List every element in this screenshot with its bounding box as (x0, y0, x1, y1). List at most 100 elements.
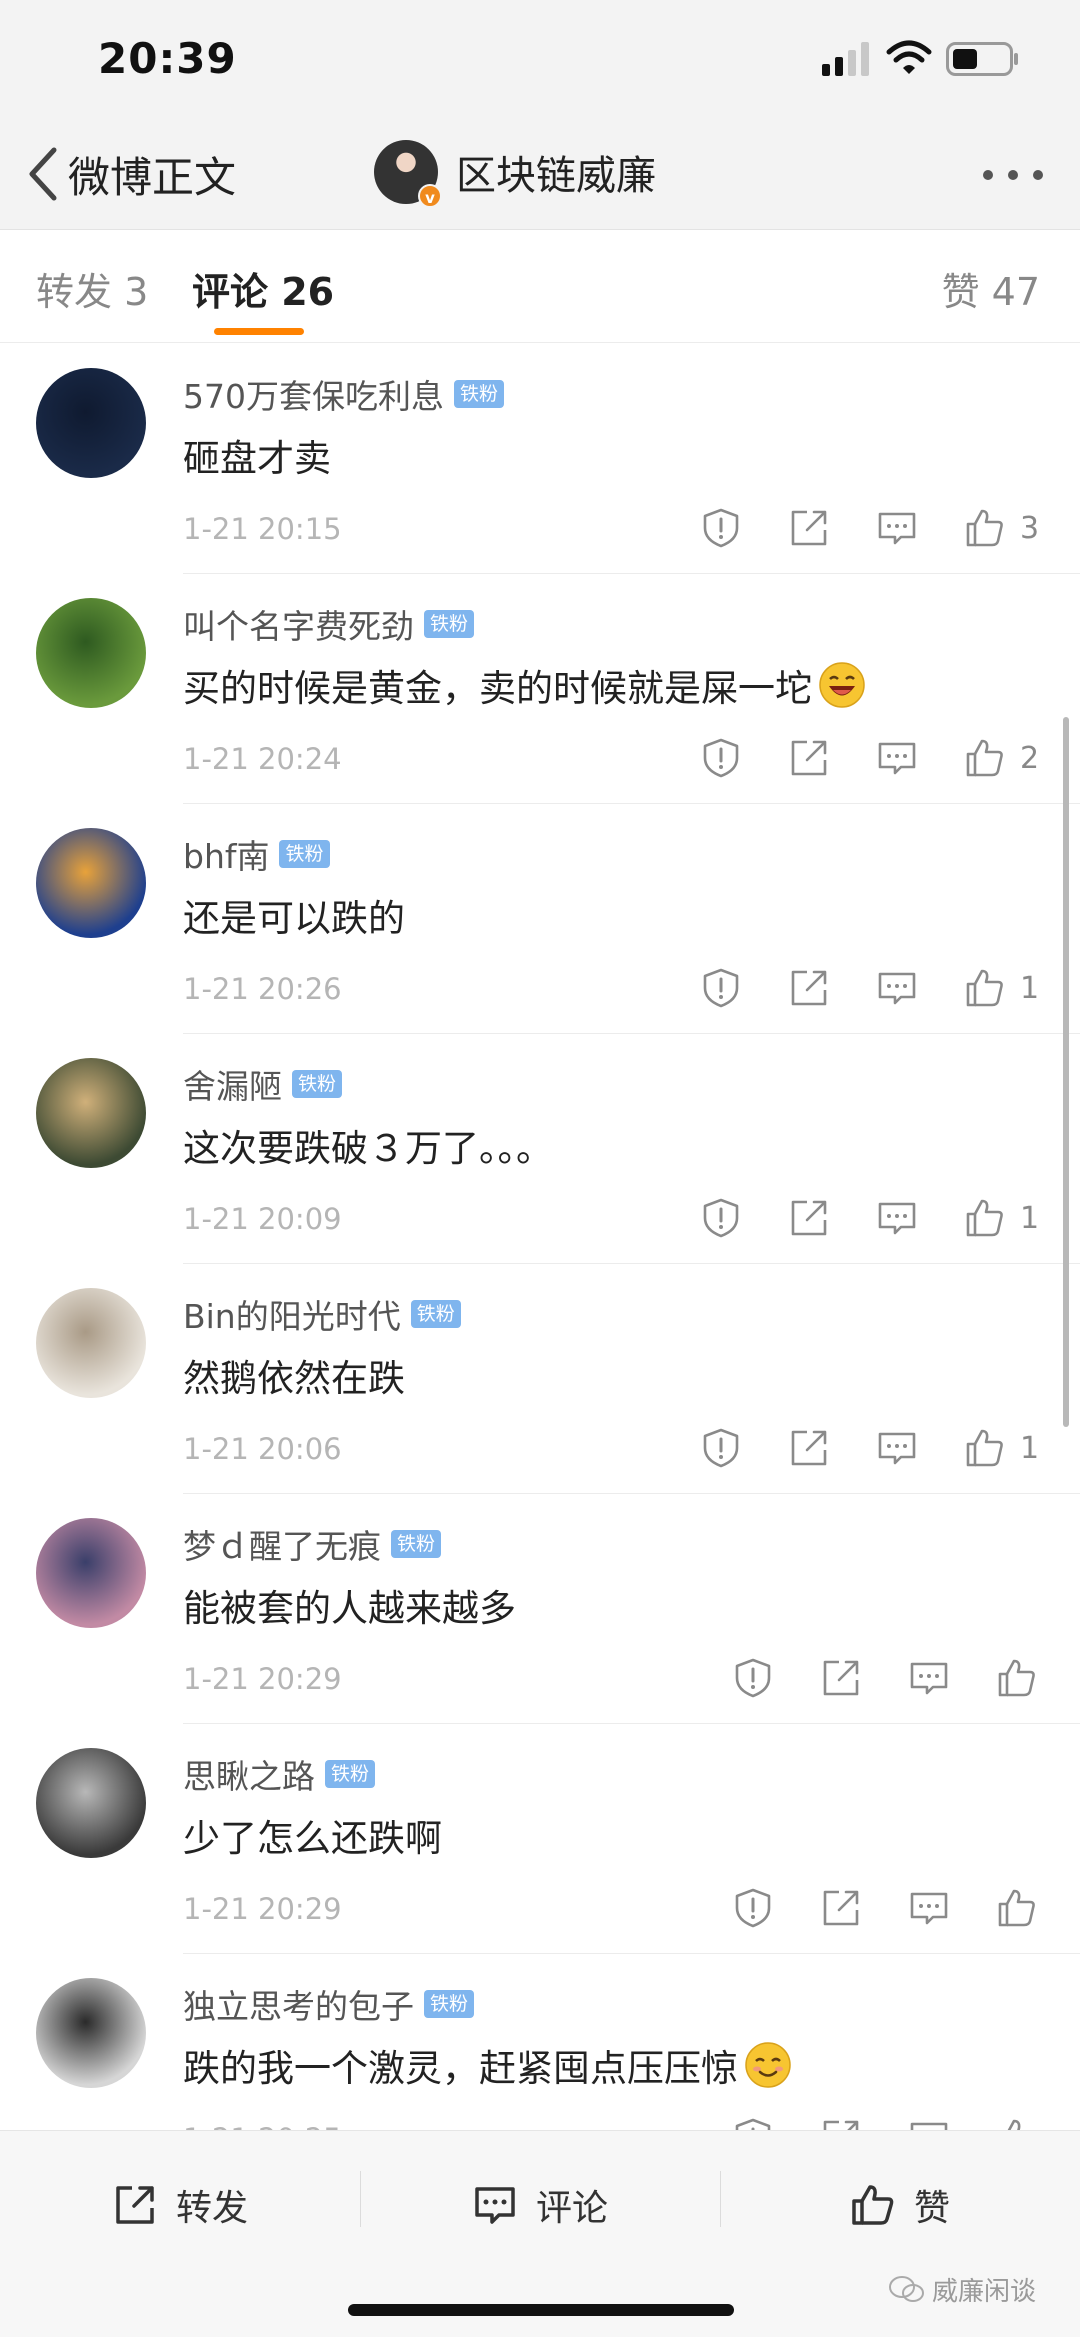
avatar[interactable] (36, 828, 146, 938)
forward-icon (116, 2186, 154, 2224)
nav-user-name: 区块链威廉 (456, 153, 656, 199)
tab-comment[interactable]: 评论 26 (192, 261, 334, 316)
share-icon[interactable] (788, 1197, 830, 1239)
more-icon[interactable] (980, 165, 1046, 185)
avatar[interactable] (36, 1288, 146, 1398)
fan-badge: 铁粉 (292, 1070, 343, 1098)
chevron-left-icon (29, 147, 57, 201)
avatar[interactable] (36, 368, 146, 478)
reply-icon[interactable] (876, 1197, 918, 1239)
share-icon[interactable] (788, 967, 830, 1009)
share-icon[interactable] (788, 507, 830, 549)
comment-username[interactable]: Bin的阳光时代 铁粉 (183, 1290, 461, 1338)
thumbs-up-icon[interactable] (996, 1887, 1038, 1929)
thumbs-up-icon[interactable] (964, 1197, 1006, 1239)
signal-icon (822, 42, 869, 76)
forward-button[interactable]: 转发 (112, 2179, 248, 2231)
nav-user[interactable]: v 区块链威廉 (374, 140, 656, 208)
comment-item[interactable]: bhf南 铁粉 还是可以跌的 1-21 20:26 1 (0, 804, 1080, 1034)
like-count: 2 (1020, 740, 1040, 776)
report-icon[interactable] (732, 2117, 774, 2130)
toolbar-divider (720, 2171, 721, 2227)
share-icon[interactable] (820, 1657, 862, 1699)
back-button[interactable]: 微博正文 (26, 144, 236, 204)
back-label: 微博正文 (68, 152, 237, 202)
comment-actions (732, 2114, 1046, 2130)
report-icon[interactable] (732, 1657, 774, 1699)
bottom-toolbar: 转发 评论 赞 威廉闲谈 (0, 2130, 1080, 2337)
comment-actions: 3 (700, 504, 1039, 552)
fan-badge: 铁粉 (424, 610, 475, 638)
avatar[interactable] (36, 1978, 146, 2088)
like-label: 赞 (914, 2188, 951, 2229)
comment-item[interactable]: 570万套保吃利息 铁粉 砸盘才卖 1-21 20:15 3 (0, 344, 1080, 574)
thumbs-up-icon[interactable] (964, 967, 1006, 1009)
tab-like[interactable]: 赞 47 (942, 261, 1040, 316)
comment-item[interactable]: 独立思考的包子铁粉跌的我一个激灵，赶紧囤点压压惊 1-21 20:25 (0, 1954, 1080, 2130)
report-icon[interactable] (700, 507, 742, 549)
thumbs-up-icon[interactable] (964, 507, 1006, 549)
comment-item[interactable]: 梦ｄ醒了无痕 铁粉能被套的人越来越多 1-21 20:29 (0, 1494, 1080, 1724)
like-button[interactable]: 赞 (850, 2179, 950, 2231)
comment-username[interactable]: 570万套保吃利息 铁粉 (183, 370, 505, 418)
comment-username[interactable]: 独立思考的包子 铁粉 (183, 1980, 475, 2028)
comment-text: 然鹅依然在跌 (183, 1348, 405, 1402)
comment-username[interactable]: 思瞅之路 铁粉 (183, 1750, 376, 1798)
smiling-emoji (745, 2042, 791, 2088)
comment-time: 1-21 20:26 (183, 972, 342, 1006)
like-count: 1 (1020, 1200, 1040, 1236)
home-indicator[interactable] (348, 2304, 734, 2316)
comment-text-content: 然鹅依然在跌 (183, 1357, 405, 1400)
thumbs-up-icon[interactable] (964, 1427, 1006, 1469)
avatar[interactable] (36, 1748, 146, 1858)
forward-label: 转发 (176, 2188, 249, 2229)
thumbs-up-icon[interactable] (996, 2117, 1038, 2130)
comment-item[interactable]: 思瞅之路 铁粉 少了怎么还跌啊 1-21 20:29 (0, 1724, 1080, 1954)
verified-badge: v (418, 184, 442, 208)
comment-username[interactable]: bhf南 铁粉 (183, 830, 330, 878)
comment-text-content: 这次要跌破３万了。。。 (183, 1127, 553, 1170)
comment-username[interactable]: 梦ｄ醒了无痕 铁粉 (183, 1520, 442, 1568)
reply-icon[interactable] (876, 1427, 918, 1469)
reply-icon[interactable] (876, 967, 918, 1009)
report-icon[interactable] (700, 967, 742, 1009)
avatar[interactable] (36, 598, 146, 708)
share-icon[interactable] (820, 2117, 862, 2130)
share-icon[interactable] (820, 1887, 862, 1929)
comment-text: 能被套的人越来越多 (183, 1578, 516, 1632)
report-icon[interactable] (700, 1427, 742, 1469)
comment-actions: 1 (700, 1424, 1039, 1472)
tab-underline (214, 328, 304, 335)
comment-item[interactable]: Bin的阳光时代 铁粉 然鹅依然在跌 1-21 20:06 1 (0, 1264, 1080, 1494)
comment-actions (732, 1884, 1046, 1932)
reply-icon[interactable] (908, 1657, 950, 1699)
comment-button[interactable]: 评论 (472, 2179, 608, 2231)
thumbs-up-icon[interactable] (996, 1657, 1038, 1699)
username-text: 独立思考的包子 (183, 1987, 414, 2026)
battery-icon (946, 42, 1018, 76)
share-icon[interactable] (788, 737, 830, 779)
share-icon[interactable] (788, 1427, 830, 1469)
reply-icon[interactable] (876, 507, 918, 549)
comment-username[interactable]: 叫个名字费死劲 铁粉 (183, 600, 475, 648)
report-icon[interactable] (700, 737, 742, 779)
report-icon[interactable] (732, 1887, 774, 1929)
report-icon[interactable] (700, 1197, 742, 1239)
comment-username[interactable]: 舍漏陋 铁粉 (183, 1060, 343, 1108)
comment-item[interactable]: 舍漏陋 铁粉 这次要跌破３万了。。。 1-21 20:09 1 (0, 1034, 1080, 1264)
reply-icon[interactable] (908, 2117, 950, 2130)
tab-forward[interactable]: 转发 3 (36, 261, 148, 316)
scrollbar[interactable] (1063, 717, 1069, 1427)
comment-icon (475, 2187, 515, 2224)
username-text: bhf南 (183, 837, 270, 876)
avatar[interactable] (36, 1518, 146, 1628)
username-text: Bin的阳光时代 (183, 1297, 401, 1336)
comment-text: 少了怎么还跌啊 (183, 1808, 442, 1862)
reply-icon[interactable] (876, 737, 918, 779)
thumbs-up-icon[interactable] (964, 737, 1006, 779)
reply-icon[interactable] (908, 1887, 950, 1929)
avatar[interactable] (36, 1058, 146, 1168)
comment-item[interactable]: 叫个名字费死劲 铁粉 买的时候是黄金，卖的时候就是屎一坨 1-21 20:24 2 (0, 574, 1080, 804)
comment-time: 1-21 20:29 (183, 1662, 342, 1696)
fan-badge: 铁粉 (325, 1760, 376, 1788)
